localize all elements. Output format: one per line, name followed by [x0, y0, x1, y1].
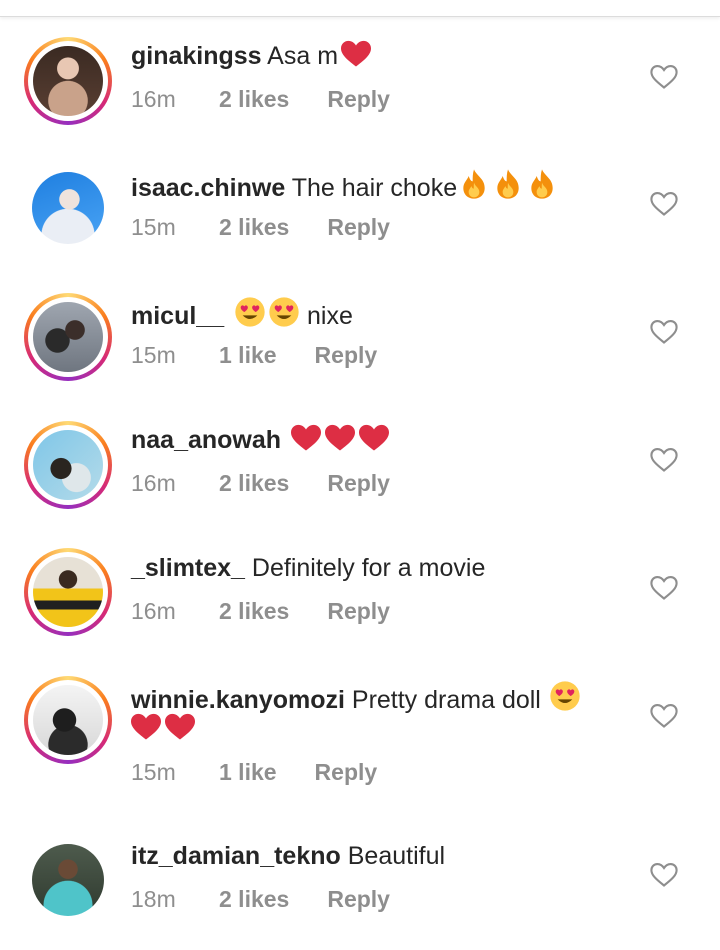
comment-likes[interactable]: 2 likes — [219, 470, 289, 497]
comment-username[interactable]: micul__ — [131, 302, 224, 330]
fire-icon — [528, 168, 556, 208]
reply-button[interactable]: Reply — [327, 886, 390, 913]
avatar[interactable] — [24, 37, 112, 125]
comment-likes[interactable]: 2 likes — [219, 214, 289, 241]
heart-outline-icon[interactable] — [650, 703, 678, 729]
reply-button[interactable]: Reply — [315, 342, 378, 369]
heart-eyes-icon — [268, 296, 300, 336]
comment-time: 18m — [131, 886, 176, 912]
avatar[interactable] — [24, 164, 112, 252]
avatar[interactable] — [24, 421, 112, 509]
comment-likes[interactable]: 1 like — [219, 759, 277, 786]
comment-username[interactable]: winnie.kanyomozi — [131, 686, 345, 714]
avatar-photo — [33, 430, 103, 500]
red-heart-icon — [165, 713, 195, 749]
avatar-photo — [33, 557, 103, 627]
comment-likes[interactable]: 2 likes — [219, 886, 289, 913]
heart-outline-icon[interactable] — [650, 575, 678, 601]
red-heart-icon — [341, 40, 372, 76]
avatar[interactable] — [24, 293, 112, 381]
comment-text: Definitely for a movie — [251, 554, 486, 582]
top-bar — [0, 0, 720, 17]
comment-username[interactable]: naa_anowah — [131, 426, 281, 454]
reply-button[interactable]: Reply — [327, 86, 390, 113]
avatar-photo — [33, 685, 103, 755]
comment-time: 15m — [131, 214, 176, 240]
avatar-photo — [32, 844, 104, 916]
heart-outline-icon[interactable] — [650, 319, 678, 345]
red-heart-icon — [359, 424, 390, 460]
comment-likes[interactable]: 1 like — [219, 342, 277, 369]
avatar-photo — [33, 46, 103, 116]
comment-time: 16m — [131, 598, 176, 624]
heart-eyes-icon — [234, 296, 266, 336]
comment-time: 15m — [131, 759, 176, 785]
reply-button[interactable]: Reply — [315, 759, 378, 786]
red-heart-icon — [131, 713, 161, 749]
avatar[interactable] — [24, 836, 112, 924]
reply-button[interactable]: Reply — [327, 214, 390, 241]
red-heart-icon — [291, 424, 322, 460]
comment-username[interactable]: _slimtex_ — [131, 554, 245, 582]
comment-likes[interactable]: 2 likes — [219, 86, 289, 113]
avatar-photo — [33, 302, 103, 372]
fire-icon — [460, 168, 488, 208]
reply-button[interactable]: Reply — [327, 598, 390, 625]
heart-outline-icon[interactable] — [650, 447, 678, 473]
heart-outline-icon[interactable] — [650, 191, 678, 217]
comment-time: 15m — [131, 342, 176, 368]
comment-text: nixe — [307, 302, 353, 330]
fire-icon — [494, 168, 522, 208]
avatar[interactable] — [24, 548, 112, 636]
avatar[interactable] — [24, 676, 112, 764]
comment-time: 16m — [131, 470, 176, 496]
comment-likes[interactable]: 2 likes — [219, 598, 289, 625]
comment-text: Beautiful — [347, 842, 446, 870]
heart-outline-icon[interactable] — [650, 862, 678, 888]
comment-username[interactable]: itz_damian_tekno — [131, 842, 341, 870]
red-heart-icon — [325, 424, 356, 460]
comment-username[interactable]: ginakingss — [131, 42, 262, 70]
avatar-photo — [32, 172, 104, 244]
comment-text: Pretty drama doll — [351, 686, 541, 714]
reply-button[interactable]: Reply — [327, 470, 390, 497]
comment-text: The hair choke — [291, 174, 458, 202]
heart-outline-icon[interactable] — [650, 64, 678, 90]
comment-text: Asa m — [267, 42, 339, 70]
heart-eyes-icon — [549, 680, 581, 720]
comment-time: 16m — [131, 86, 176, 112]
comment-username[interactable]: isaac.chinwe — [131, 174, 285, 202]
